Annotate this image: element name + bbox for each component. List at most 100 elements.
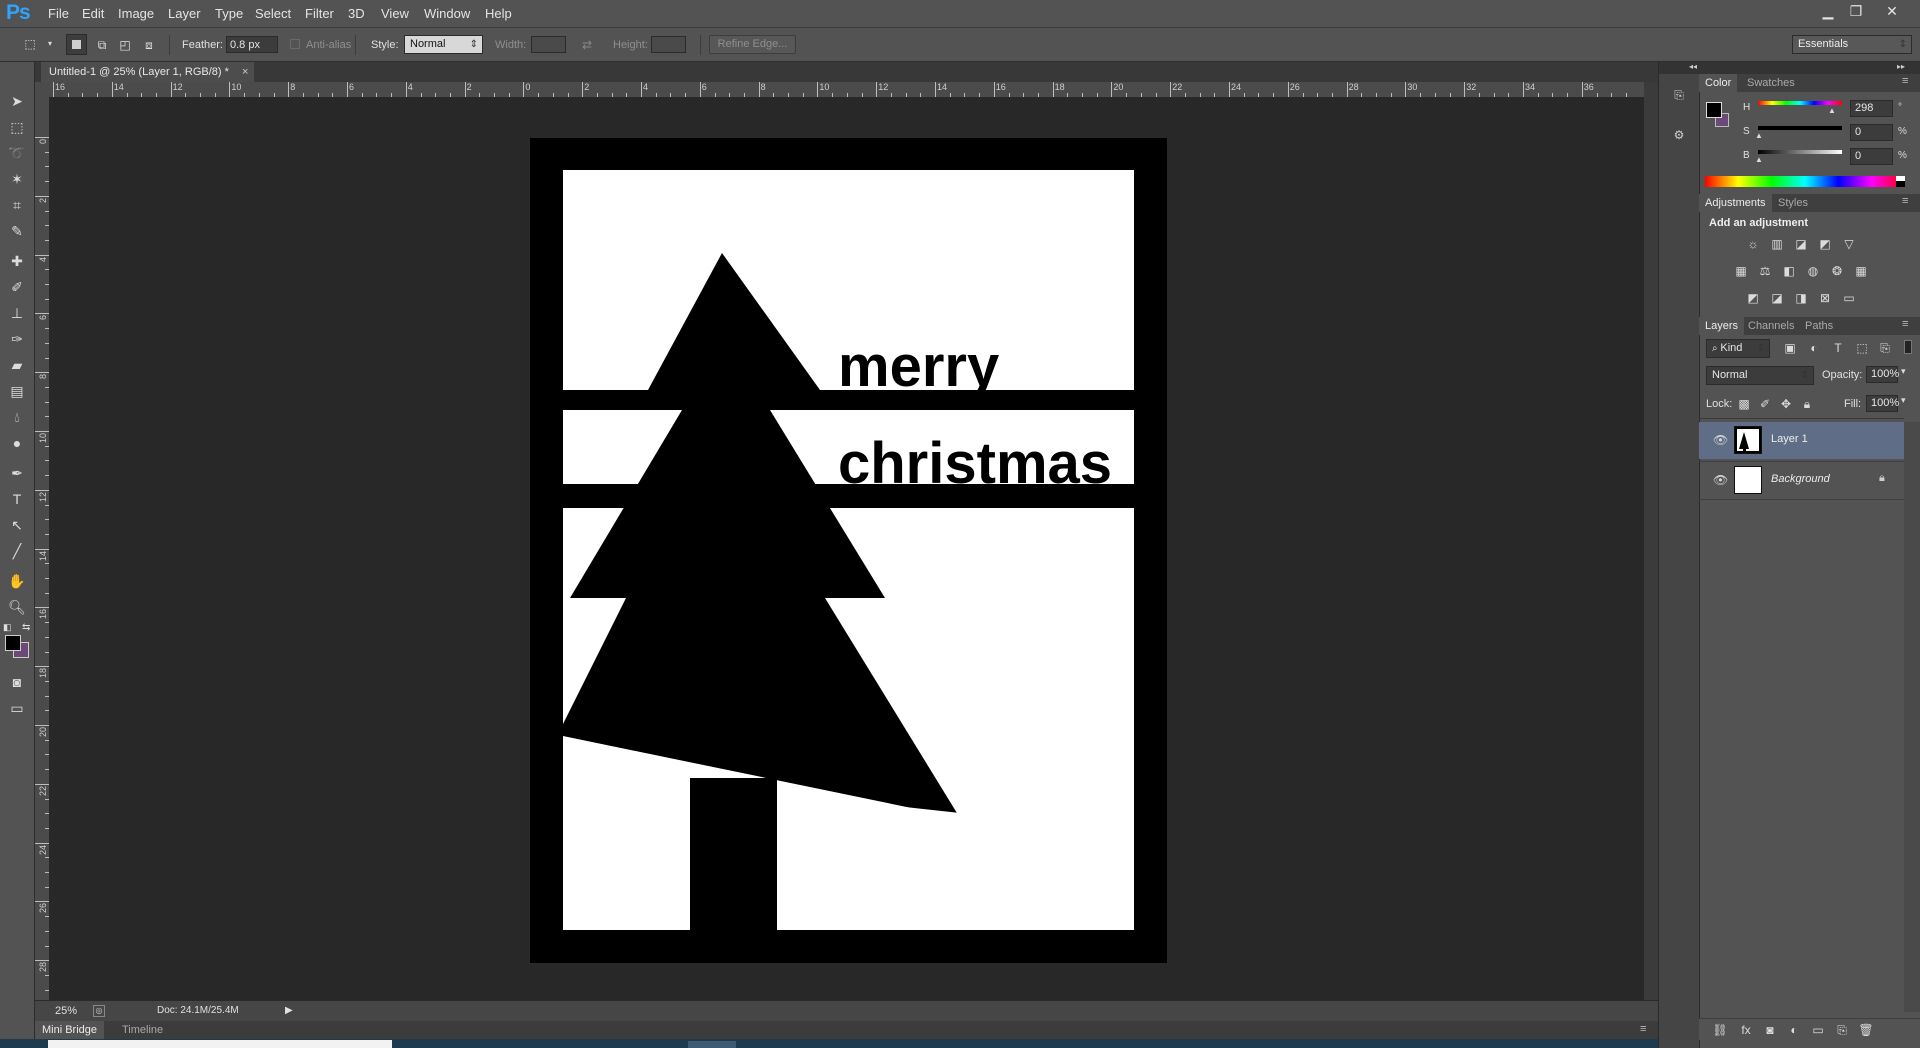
threshold-icon[interactable]: ◨ [1792,289,1810,307]
tab-swatches[interactable]: Swatches [1741,74,1801,92]
expand-panels-icon[interactable]: ▸▸ [1897,62,1905,71]
healing-brush-tool-icon[interactable]: ✚ [7,251,27,271]
new-layer-icon[interactable]: ⎘ [1833,1021,1851,1039]
swap-colors-icon[interactable]: ⇆ [22,622,30,633]
default-colors-icon[interactable]: ◧ [3,622,12,633]
layer-name[interactable]: Background [1771,473,1830,485]
restore-button[interactable]: ❐ [1844,3,1868,21]
preset-chevron-down-icon[interactable]: ▾ [48,39,52,48]
posterize-icon[interactable]: ◪ [1768,289,1786,307]
eyedropper-tool-icon[interactable]: ✎ [7,221,27,241]
brush-tool-icon[interactable]: ✐ [7,277,27,297]
lock-position-icon[interactable]: ✥ [1777,395,1795,413]
opacity-input[interactable]: 100% [1866,366,1899,383]
history-panel-icon[interactable]: ⎘ [1671,88,1687,104]
photo-filter-icon[interactable]: ◍ [1804,262,1822,280]
swap-width-height-icon[interactable]: ⇄ [579,37,595,53]
menu-type[interactable]: Type [215,6,243,21]
width-input[interactable] [531,36,566,53]
workspace-select[interactable]: Essentials [1792,35,1912,54]
menu-window[interactable]: Window [424,6,470,21]
filter-pixel-icon[interactable]: ▣ [1781,339,1799,357]
menu-file[interactable]: File [48,6,69,21]
style-select[interactable]: Normal [404,35,483,54]
minimize-button[interactable]: ▁ [1816,3,1840,21]
tab-channels[interactable]: Channels [1742,317,1800,335]
layers-scrollbar[interactable] [1904,422,1920,1012]
black-white-icon[interactable]: ◧ [1780,262,1798,280]
tab-layers[interactable]: Layers [1699,317,1745,335]
fill-chevron-icon[interactable]: ▾ [1901,395,1906,406]
add-mask-icon[interactable]: ◙ [1761,1021,1779,1039]
dodge-tool-icon[interactable]: ● [7,433,27,453]
new-selection-button[interactable] [66,34,87,55]
rectangular-marquee-preset-icon[interactable]: ⬚ [22,36,38,52]
hue-input[interactable]: 298 [1850,100,1893,117]
document-canvas[interactable]: merry christmas [530,138,1167,963]
color-lookup-icon[interactable]: ▦ [1852,262,1870,280]
saturation-input[interactable]: 0 [1850,124,1893,141]
menu-edit[interactable]: Edit [82,6,104,21]
color-spectrum-ramp[interactable] [1705,176,1905,187]
selective-color-icon[interactable]: ⊠ [1816,289,1834,307]
intersect-selection-icon[interactable]: ⧈ [141,37,157,53]
vertical-scrollbar[interactable] [1644,82,1658,1004]
menu-layer[interactable]: Layer [168,6,201,21]
color-balance-icon[interactable]: ⚖ [1756,262,1774,280]
layer-filter-kind-select[interactable]: ⌕ Kind [1706,339,1770,358]
visibility-eye-icon[interactable]: 👁︎ [1713,473,1728,487]
gradient-map-icon[interactable]: ▭ [1840,289,1858,307]
channel-mixer-icon[interactable]: ❂ [1828,262,1846,280]
filter-type-icon[interactable]: T [1829,339,1847,357]
layers-panel-menu-icon[interactable]: ≡ [1902,318,1908,330]
opacity-chevron-icon[interactable]: ▾ [1901,366,1906,377]
filter-adjustment-icon[interactable]: ◐ [1805,339,1823,357]
curves-icon[interactable]: ◪ [1792,235,1810,253]
filter-shape-icon[interactable]: ⬚ [1853,339,1871,357]
filter-smart-object-icon[interactable]: ⎘ [1876,339,1894,357]
feather-input[interactable]: 0.8 px [226,36,278,53]
lock-transparent-icon[interactable]: ▩ [1735,395,1753,413]
delete-layer-icon[interactable]: 🗑︎ [1857,1021,1875,1039]
menu-3d[interactable]: 3D [348,6,365,21]
clone-stamp-tool-icon[interactable]: ⊥ [7,303,27,323]
collapse-dock-icon[interactable]: ◂◂ [1689,62,1697,71]
screen-mode-icon[interactable]: ▭ [7,698,27,718]
tab-timeline[interactable]: Timeline [115,1021,170,1039]
blend-mode-select[interactable]: Normal [1706,366,1814,385]
document-tab[interactable]: Untitled-1 @ 25% (Layer 1, RGB/8) * × [41,62,255,82]
subtract-from-selection-icon[interactable]: ◰ [117,37,133,53]
line-tool-icon[interactable]: ╱ [7,541,27,561]
add-to-selection-icon[interactable]: ⧉ [94,37,110,53]
gradient-tool-icon[interactable]: ▤ [7,381,27,401]
new-adjustment-layer-icon[interactable]: ◐ [1785,1021,1803,1039]
magic-wand-tool-icon[interactable]: ✶ [7,169,27,189]
refine-edge-button[interactable]: Refine Edge... [709,35,796,54]
adjustments-panel-menu-icon[interactable]: ≡ [1902,195,1908,207]
eraser-tool-icon[interactable]: ▰ [7,355,27,375]
filter-toggle[interactable] [1904,340,1912,354]
color-panel-menu-icon[interactable]: ≡ [1902,75,1908,87]
layer-row-background[interactable]: 👁︎ Background 🔒︎ [1699,461,1904,499]
lock-all-icon[interactable]: 🔒︎ [1798,395,1816,413]
brightness-input[interactable]: 0 [1850,148,1893,165]
saturation-slider-thumb[interactable]: ▲ [1755,131,1763,140]
hue-slider-thumb[interactable]: ▲ [1828,106,1836,115]
hue-slider[interactable] [1758,101,1842,105]
menu-filter[interactable]: Filter [305,6,334,21]
close-document-icon[interactable]: × [242,66,248,78]
type-tool-icon[interactable]: T [7,489,27,509]
anti-alias-checkbox[interactable] [290,39,300,49]
hue-saturation-icon[interactable]: ▦ [1732,262,1750,280]
fill-input[interactable]: 100% [1866,395,1899,412]
lasso-tool-icon[interactable]: ➰ [7,143,27,163]
foreground-color-swatch[interactable] [5,635,21,651]
status-info-icon[interactable]: ◎ [93,1005,105,1017]
bottom-panel-menu-icon[interactable]: ≡ [1640,1023,1646,1035]
zoom-tool-icon[interactable]: 🔍︎ [7,597,27,617]
saturation-slider[interactable] [1758,126,1842,130]
layer-name[interactable]: Layer 1 [1771,433,1808,445]
zoom-level[interactable]: 25% [55,1005,77,1017]
vibrance-icon[interactable]: ▽ [1840,235,1858,253]
quick-mask-icon[interactable]: ◙ [7,672,27,692]
